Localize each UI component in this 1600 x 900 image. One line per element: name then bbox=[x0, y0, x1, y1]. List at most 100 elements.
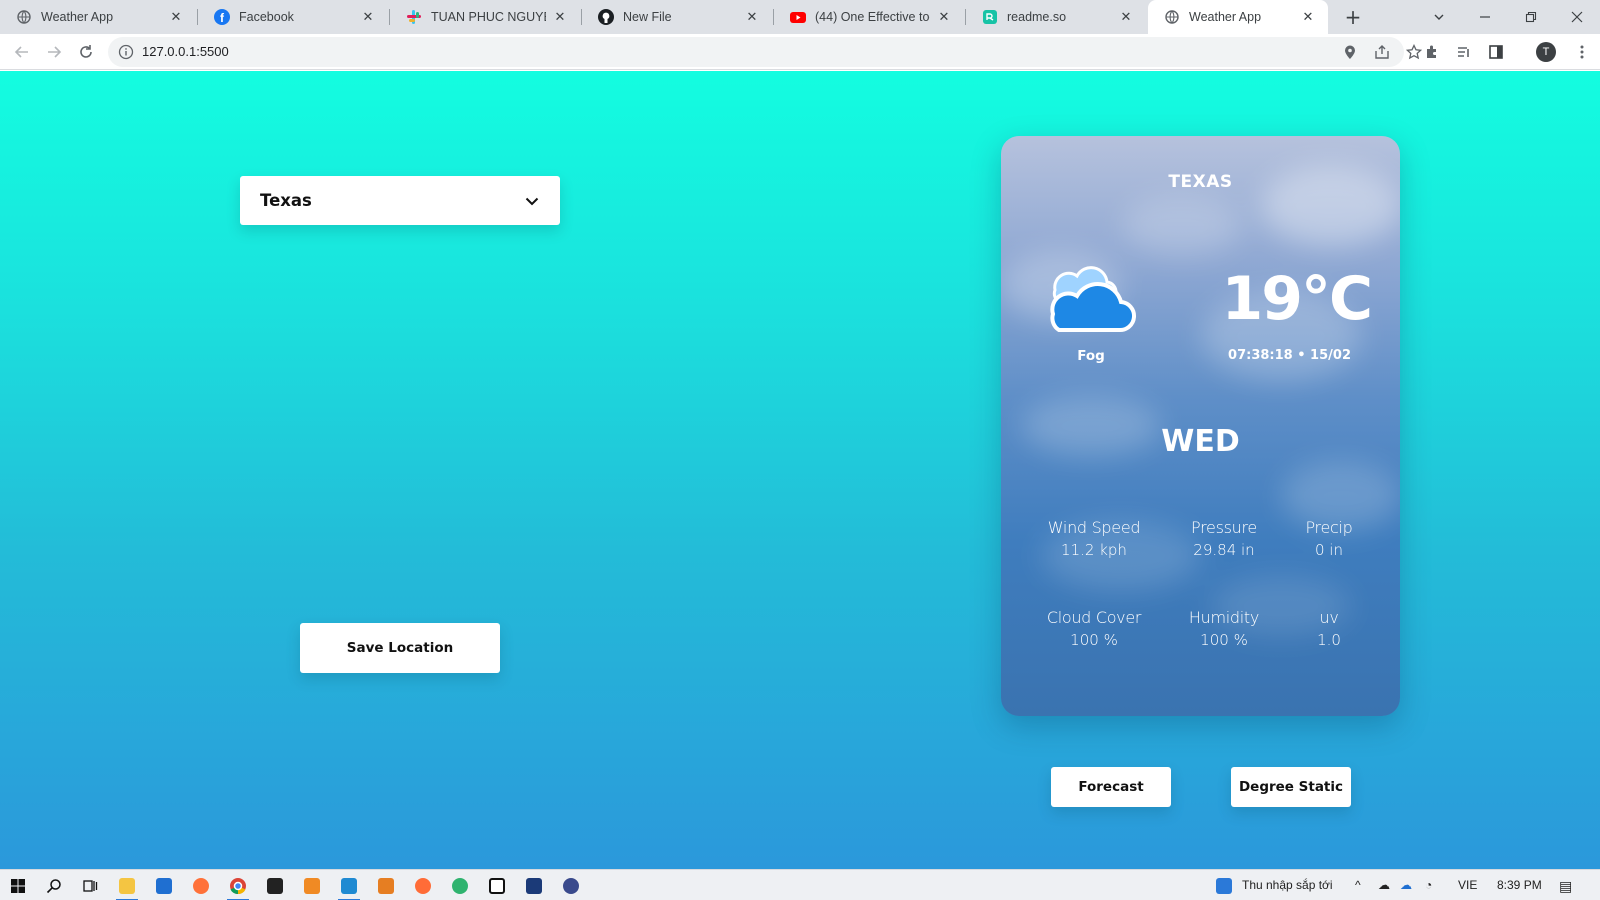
mail-icon[interactable] bbox=[151, 873, 177, 899]
site-info-icon[interactable] bbox=[118, 44, 134, 60]
tab-weather-app-active[interactable]: Weather App ✕ bbox=[1148, 0, 1328, 34]
close-tab-icon[interactable]: ✕ bbox=[552, 9, 568, 25]
weather-card: TEXAS Fog 19°C 07:38:18 • 15/02 WED Wind… bbox=[1001, 136, 1400, 716]
stat-label: Precip bbox=[1305, 518, 1353, 537]
file-explorer-icon[interactable] bbox=[114, 873, 140, 900]
stat-precip: Precip 0 in bbox=[1264, 518, 1394, 559]
tab-strip: Weather App ✕ f Facebook ✕ TUAN PHUC NGU… bbox=[0, 0, 1600, 34]
location-select-value: Texas bbox=[260, 191, 312, 210]
location-select[interactable]: Texas bbox=[240, 176, 560, 225]
wifi-icon[interactable]: ◔ bbox=[1425, 878, 1432, 892]
app-orange-icon[interactable] bbox=[299, 873, 325, 899]
profile-avatar[interactable]: T bbox=[1536, 42, 1556, 62]
stat-value: 0 in bbox=[1315, 541, 1343, 559]
chevron-down-icon bbox=[524, 193, 540, 209]
tab-weather-app-1[interactable]: Weather App ✕ bbox=[0, 0, 196, 34]
slack-icon bbox=[406, 9, 422, 25]
tab-readme[interactable]: readme.so ✕ bbox=[966, 0, 1146, 34]
stat-value: 100 % bbox=[1070, 631, 1118, 649]
date-time: 07:38:18 • 15/02 bbox=[1228, 348, 1351, 363]
globe-icon bbox=[16, 9, 32, 25]
extensions-icon[interactable] bbox=[1418, 38, 1446, 66]
forward-icon[interactable] bbox=[40, 38, 68, 66]
side-panel-icon[interactable] bbox=[1482, 38, 1510, 66]
close-window-icon[interactable] bbox=[1562, 0, 1592, 34]
stat-wind-speed: Wind Speed 11.2 kph bbox=[1029, 518, 1159, 559]
address-bar[interactable]: 127.0.0.1:5500 bbox=[108, 37, 1423, 67]
browser-toolbar: 127.0.0.1:5500 T bbox=[0, 34, 1600, 70]
globe-icon bbox=[1164, 9, 1180, 25]
save-location-button[interactable]: Save Location bbox=[300, 623, 500, 673]
tab-slack[interactable]: TUAN PHUC NGUYEN - ✕ bbox=[390, 0, 580, 34]
restore-icon[interactable] bbox=[1516, 0, 1546, 34]
close-tab-icon[interactable]: ✕ bbox=[744, 9, 760, 25]
degree-static-button[interactable]: Degree Static bbox=[1231, 767, 1351, 807]
task-view-icon[interactable] bbox=[77, 873, 103, 899]
forecast-button[interactable]: Forecast bbox=[1051, 767, 1171, 807]
terminal-icon[interactable] bbox=[262, 873, 288, 899]
stat-label: Wind Speed bbox=[1047, 518, 1141, 537]
location-pin-icon[interactable] bbox=[1342, 44, 1358, 60]
temperature: 19°C bbox=[1221, 264, 1373, 334]
tab-github[interactable]: New File ✕ bbox=[582, 0, 772, 34]
stat-uv: uv 1.0 bbox=[1264, 608, 1394, 649]
readme-icon bbox=[982, 9, 998, 25]
tab-youtube[interactable]: (44) One Effective tool t ✕ bbox=[774, 0, 964, 34]
new-tab-icon[interactable]: + bbox=[1338, 0, 1368, 34]
reload-icon[interactable] bbox=[72, 38, 100, 66]
app-globe-icon[interactable] bbox=[558, 873, 584, 899]
windows-taskbar: Thu nhập sắp tới ^ ☁ ☁ ◔ VIE 8:39 PM ▤ bbox=[0, 869, 1600, 900]
cloud-sync-icon[interactable]: ☁ bbox=[1400, 878, 1412, 892]
clock[interactable]: 8:39 PM bbox=[1497, 878, 1542, 892]
close-tab-icon[interactable]: ✕ bbox=[168, 9, 184, 25]
close-tab-icon[interactable]: ✕ bbox=[1118, 9, 1134, 25]
back-icon[interactable] bbox=[8, 38, 36, 66]
virtualbox-icon[interactable] bbox=[521, 873, 547, 899]
sublime-icon[interactable] bbox=[373, 873, 399, 899]
menu-dots-icon[interactable] bbox=[1568, 38, 1596, 66]
stat-label: Cloud Cover bbox=[1046, 608, 1142, 627]
cloud-icon bbox=[1050, 266, 1137, 333]
tab-title: Facebook bbox=[239, 10, 294, 24]
postman-icon[interactable] bbox=[410, 873, 436, 899]
youtube-icon bbox=[790, 9, 806, 25]
day-of-week: WED bbox=[1161, 424, 1240, 459]
stat-value: 1.0 bbox=[1317, 631, 1341, 649]
github-icon bbox=[598, 9, 614, 25]
tab-title: (44) One Effective tool t bbox=[815, 10, 930, 24]
weather-condition: Fog bbox=[1077, 348, 1105, 364]
windows-start-icon[interactable] bbox=[5, 873, 31, 899]
minimize-icon[interactable] bbox=[1470, 0, 1500, 34]
tab-title: TUAN PHUC NGUYEN - bbox=[431, 10, 546, 24]
tab-search-chevron-icon[interactable] bbox=[1424, 0, 1454, 34]
stat-label: uv bbox=[1319, 608, 1339, 627]
stat-value: 11.2 kph bbox=[1061, 541, 1127, 559]
city-name: TEXAS bbox=[1168, 172, 1233, 192]
app-green-icon[interactable] bbox=[447, 873, 473, 899]
tab-title: Weather App bbox=[41, 10, 114, 24]
chrome-icon[interactable] bbox=[225, 873, 251, 900]
stat-cloud-cover: Cloud Cover 100 % bbox=[1029, 608, 1159, 649]
tab-title: New File bbox=[623, 10, 672, 24]
news-widget-text[interactable]: Thu nhập sắp tới bbox=[1242, 878, 1333, 892]
share-icon[interactable] bbox=[1374, 44, 1390, 60]
vscode-icon[interactable] bbox=[336, 873, 362, 900]
reading-list-icon[interactable] bbox=[1450, 38, 1478, 66]
firefox-icon[interactable] bbox=[188, 873, 214, 899]
language-indicator[interactable]: VIE bbox=[1458, 878, 1477, 892]
tray-chevron-icon[interactable]: ^ bbox=[1355, 878, 1361, 892]
close-tab-icon[interactable]: ✕ bbox=[936, 9, 952, 25]
tab-title: readme.so bbox=[1007, 10, 1067, 24]
weather-app-page: Texas Save Location TEXAS Fog 19°C 07:38… bbox=[0, 71, 1600, 869]
notion-icon[interactable] bbox=[484, 873, 510, 899]
search-icon[interactable] bbox=[41, 873, 67, 899]
notifications-icon[interactable]: ▤ bbox=[1559, 878, 1572, 895]
onedrive-icon[interactable]: ☁ bbox=[1378, 878, 1390, 892]
news-widget-icon[interactable] bbox=[1211, 873, 1237, 899]
tab-title: Weather App bbox=[1189, 10, 1262, 24]
close-tab-icon[interactable]: ✕ bbox=[1300, 9, 1316, 25]
close-tab-icon[interactable]: ✕ bbox=[360, 9, 376, 25]
url-text: 127.0.0.1:5500 bbox=[142, 44, 229, 59]
facebook-icon: f bbox=[214, 9, 230, 25]
tab-facebook[interactable]: f Facebook ✕ bbox=[198, 0, 388, 34]
